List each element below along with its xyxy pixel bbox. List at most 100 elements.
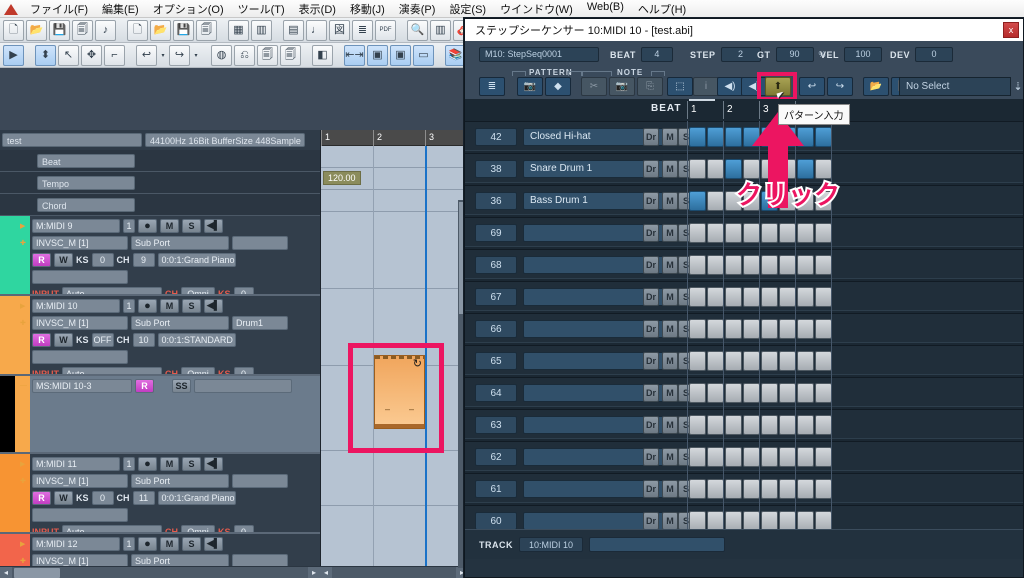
menu-item-4[interactable]: 表示(D): [292, 0, 343, 18]
monitor-button[interactable]: ◀▌: [204, 536, 223, 551]
step-pad[interactable]: [689, 159, 706, 179]
undo-icon[interactable]: ↩: [136, 44, 157, 66]
step-pad[interactable]: [743, 383, 760, 403]
step-pad[interactable]: [761, 447, 778, 467]
row-dr-button[interactable]: Dr: [643, 256, 659, 274]
sequencer-row[interactable]: 66 Dr M S: [465, 313, 1023, 343]
track-read-button[interactable]: R: [32, 332, 51, 347]
ks-value[interactable]: 0: [91, 490, 114, 505]
input-ch-value[interactable]: Omni: [181, 366, 215, 374]
step-pad[interactable]: [725, 447, 742, 467]
step-pad[interactable]: [707, 383, 724, 403]
open-icon[interactable]: 📂: [863, 77, 889, 96]
step-pad[interactable]: [689, 127, 706, 147]
play-icon[interactable]: ▶: [3, 44, 24, 66]
zoom-fit-icon[interactable]: ⇤⇥: [344, 44, 365, 66]
input-ch-value[interactable]: Omni: [181, 524, 215, 532]
row-dr-button[interactable]: Dr: [643, 128, 659, 146]
auto-select-tool-icon[interactable]: ⬍: [35, 44, 56, 66]
step-pad[interactable]: [707, 191, 724, 211]
arrange-scroll-left-icon[interactable]: ◂: [320, 566, 332, 578]
step-pad[interactable]: [689, 383, 706, 403]
preset-select[interactable]: No Select: [899, 77, 1011, 96]
step-pad[interactable]: [815, 319, 832, 339]
step-pad[interactable]: [797, 223, 814, 243]
step-pad[interactable]: [779, 287, 796, 307]
input-value[interactable]: Auto: [62, 524, 162, 532]
step-pad[interactable]: [689, 415, 706, 435]
step-pad[interactable]: [761, 479, 778, 499]
save-icon[interactable]: 💾: [49, 19, 70, 41]
mute-button[interactable]: M: [160, 536, 179, 551]
step-pad[interactable]: [815, 511, 832, 531]
sound-on-icon[interactable]: ◀): [717, 77, 743, 96]
track-plugin[interactable]: INVSC_M [1]: [32, 315, 128, 330]
row-dr-button[interactable]: Dr: [643, 192, 659, 210]
tempo-value[interactable]: 120.00: [323, 171, 361, 185]
track-patch[interactable]: 0:0:1:STANDARD: [157, 332, 236, 347]
input-ks-value[interactable]: 0: [233, 286, 254, 294]
row-key-number[interactable]: 64: [475, 384, 517, 402]
sequencer-row[interactable]: 62 Dr M S: [465, 441, 1023, 471]
track-hscroll-thumb[interactable]: [14, 568, 60, 578]
track-bar-extra[interactable]: [589, 537, 725, 552]
input-ks-value[interactable]: 0: [233, 524, 254, 532]
row-mute-button[interactable]: M: [662, 384, 678, 402]
print-preview-icon[interactable]: 🔍: [407, 19, 428, 41]
view-a-icon[interactable]: ▣: [367, 44, 388, 66]
track-panel-3[interactable]: ▶ ✚ M:MIDI 11 1 ● M S ◀▌ INVSC_M [1] Sub Port R W KS…: [0, 454, 320, 534]
step-pad[interactable]: [797, 255, 814, 275]
track-write-button[interactable]: W: [54, 490, 73, 505]
step-pad[interactable]: [797, 319, 814, 339]
ch-value[interactable]: 11: [132, 490, 155, 505]
monitor-button[interactable]: ◀▌: [204, 218, 223, 233]
redo-icon[interactable]: ↪: [827, 77, 853, 96]
list-icon[interactable]: ≣: [479, 77, 505, 96]
step-pad[interactable]: [707, 223, 724, 243]
input-value[interactable]: Auto: [62, 366, 162, 374]
open-template-icon[interactable]: 📂: [150, 19, 171, 41]
track-automation-field[interactable]: [32, 269, 128, 284]
list-view-icon[interactable]: ≣: [352, 19, 373, 41]
row-key-number[interactable]: 63: [475, 416, 517, 434]
track-panel-2[interactable]: — MS:MIDI 10-3 R SS: [0, 376, 320, 454]
step-pad[interactable]: [743, 351, 760, 371]
sequencer-row[interactable]: 69 Dr M S: [465, 217, 1023, 247]
step-pad[interactable]: [689, 479, 706, 499]
note-cut-icon[interactable]: ✂: [581, 77, 607, 96]
step-pad[interactable]: [725, 511, 742, 531]
row-mute-button[interactable]: M: [662, 288, 678, 306]
track-panel-1[interactable]: ▶ ✚ M:MIDI 10 1 ● M S ◀▌ INVSC_M [1] Sub Port Drum…: [0, 296, 320, 376]
track-add-icon[interactable]: ✚: [20, 477, 26, 485]
select-rect-icon[interactable]: ⬚: [667, 77, 693, 96]
pattern-erase-icon[interactable]: ◆: [545, 77, 571, 96]
param-value-beat[interactable]: 4: [640, 47, 673, 62]
mute-button[interactable]: M: [160, 456, 179, 471]
menu-item-6[interactable]: 演奏(P): [392, 0, 443, 18]
track-read-button[interactable]: R: [32, 490, 51, 505]
record-arm-button[interactable]: R: [135, 378, 154, 393]
save-template-icon[interactable]: 💾: [173, 19, 194, 41]
track-write-button[interactable]: W: [54, 252, 73, 267]
new-template-icon[interactable]: 🗋: [127, 19, 148, 41]
step-pad[interactable]: [725, 479, 742, 499]
mixer-icon[interactable]: ▦: [228, 19, 249, 41]
row-dr-button[interactable]: Dr: [643, 352, 659, 370]
step-pad[interactable]: [761, 223, 778, 243]
piano-keys-icon[interactable]: ▥: [430, 19, 451, 41]
step-pad[interactable]: [815, 383, 832, 403]
step-sequencer-titlebar[interactable]: ステップシーケンサー 10:MIDI 10 - [test.abi] x: [465, 19, 1023, 41]
project-name-field[interactable]: test: [2, 133, 142, 147]
step-pad[interactable]: [689, 255, 706, 275]
step-pad[interactable]: [725, 255, 742, 275]
pattern-name-field[interactable]: M10: StepSeq0001: [479, 47, 599, 62]
step-pad[interactable]: [725, 383, 742, 403]
score-view-icon[interactable]: ▤: [283, 19, 304, 41]
solo-button[interactable]: S: [182, 536, 201, 551]
glue-tool-icon[interactable]: ⎌: [234, 44, 255, 66]
track-port[interactable]: Sub Port: [131, 315, 229, 330]
solo-button[interactable]: S: [182, 298, 201, 313]
step-pad[interactable]: [761, 319, 778, 339]
track-param-bar[interactable]: [194, 378, 292, 393]
row-dr-button[interactable]: Dr: [643, 448, 659, 466]
